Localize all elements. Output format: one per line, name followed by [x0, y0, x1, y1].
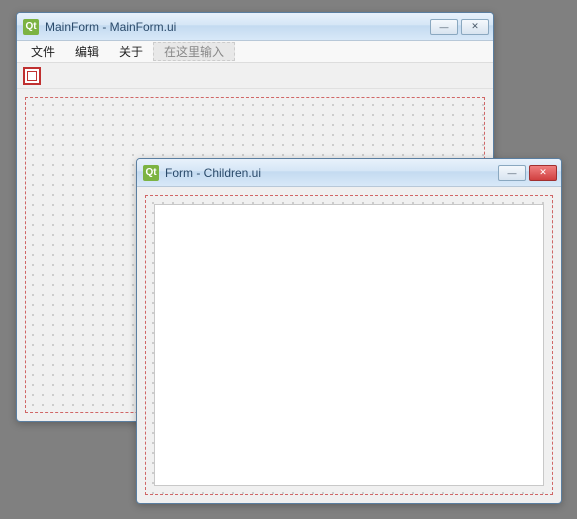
- child-client-area: [137, 187, 561, 503]
- menu-about[interactable]: 关于: [109, 41, 153, 62]
- child-inner-widget[interactable]: [154, 204, 544, 486]
- child-window: Qt Form - Children.ui — ✕: [136, 158, 562, 504]
- child-window-title: Form - Children.ui: [165, 166, 498, 180]
- menu-file[interactable]: 文件: [21, 41, 65, 62]
- main-titlebar[interactable]: Qt MainForm - MainForm.ui — ✕: [17, 13, 493, 41]
- close-button[interactable]: ✕: [529, 165, 557, 181]
- qt-app-icon: Qt: [23, 19, 39, 35]
- main-window-controls: — ✕: [430, 19, 489, 35]
- qt-app-icon: Qt: [143, 165, 159, 181]
- main-toolbar: [17, 63, 493, 89]
- child-titlebar[interactable]: Qt Form - Children.ui — ✕: [137, 159, 561, 187]
- menu-type-here[interactable]: 在这里输入: [153, 42, 235, 61]
- minimize-button[interactable]: —: [498, 165, 526, 181]
- main-menubar: 文件 编辑 关于 在这里输入: [17, 41, 493, 63]
- layout-tool-icon[interactable]: [23, 67, 41, 85]
- menu-edit[interactable]: 编辑: [65, 41, 109, 62]
- close-button[interactable]: ✕: [461, 19, 489, 35]
- child-window-controls: — ✕: [498, 165, 557, 181]
- minimize-button[interactable]: —: [430, 19, 458, 35]
- main-window-title: MainForm - MainForm.ui: [45, 20, 430, 34]
- child-form-canvas[interactable]: [145, 195, 553, 495]
